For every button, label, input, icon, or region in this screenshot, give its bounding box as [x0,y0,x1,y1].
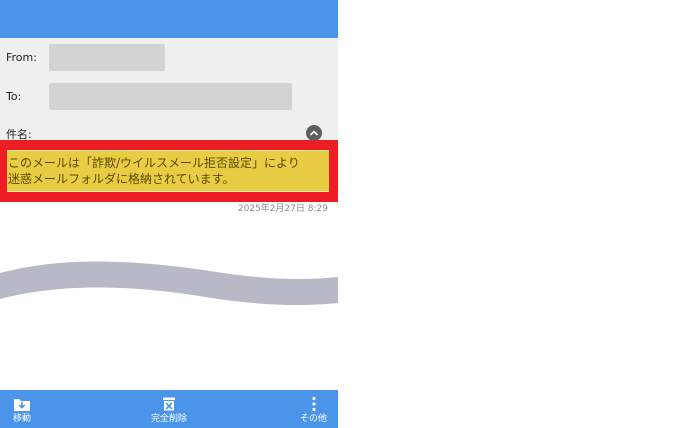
more-label: その他 [300,414,328,424]
more-vertical-icon [311,394,317,412]
from-address-redacted [49,44,165,71]
chevron-up-icon [310,130,318,136]
to-label: To: [6,90,22,103]
spam-notice: このメールは「詐欺/ウイルスメール拒否設定」により 迷惑メールフォルダに格納され… [7,150,329,192]
delete-label: 完全削除 [151,414,188,424]
move-folder-icon [13,394,31,412]
header-collapse-button[interactable] [306,125,322,141]
more-button[interactable]: その他 [300,394,327,425]
wave-graphic [0,261,338,305]
received-timestamp: 2025年2月27日 8:29 [237,204,328,214]
delete-button[interactable]: 完全削除 [151,394,187,425]
move-label: 移動 [13,414,32,424]
to-address-redacted [49,83,292,110]
bottom-toolbar: 移動 完全削除 その他 [0,390,338,428]
top-app-bar [0,0,338,38]
from-label: From: [6,51,37,64]
highlight-annotation: このメールは「詐欺/ウイルスメール拒否設定」により 迷惑メールフォルダに格納され… [0,140,338,202]
move-button[interactable]: 移動 [13,394,31,425]
delete-icon [161,394,177,412]
mail-view: From: To: 件名: このメールは「詐欺/ウイルスメール拒否設定」により … [0,0,338,428]
